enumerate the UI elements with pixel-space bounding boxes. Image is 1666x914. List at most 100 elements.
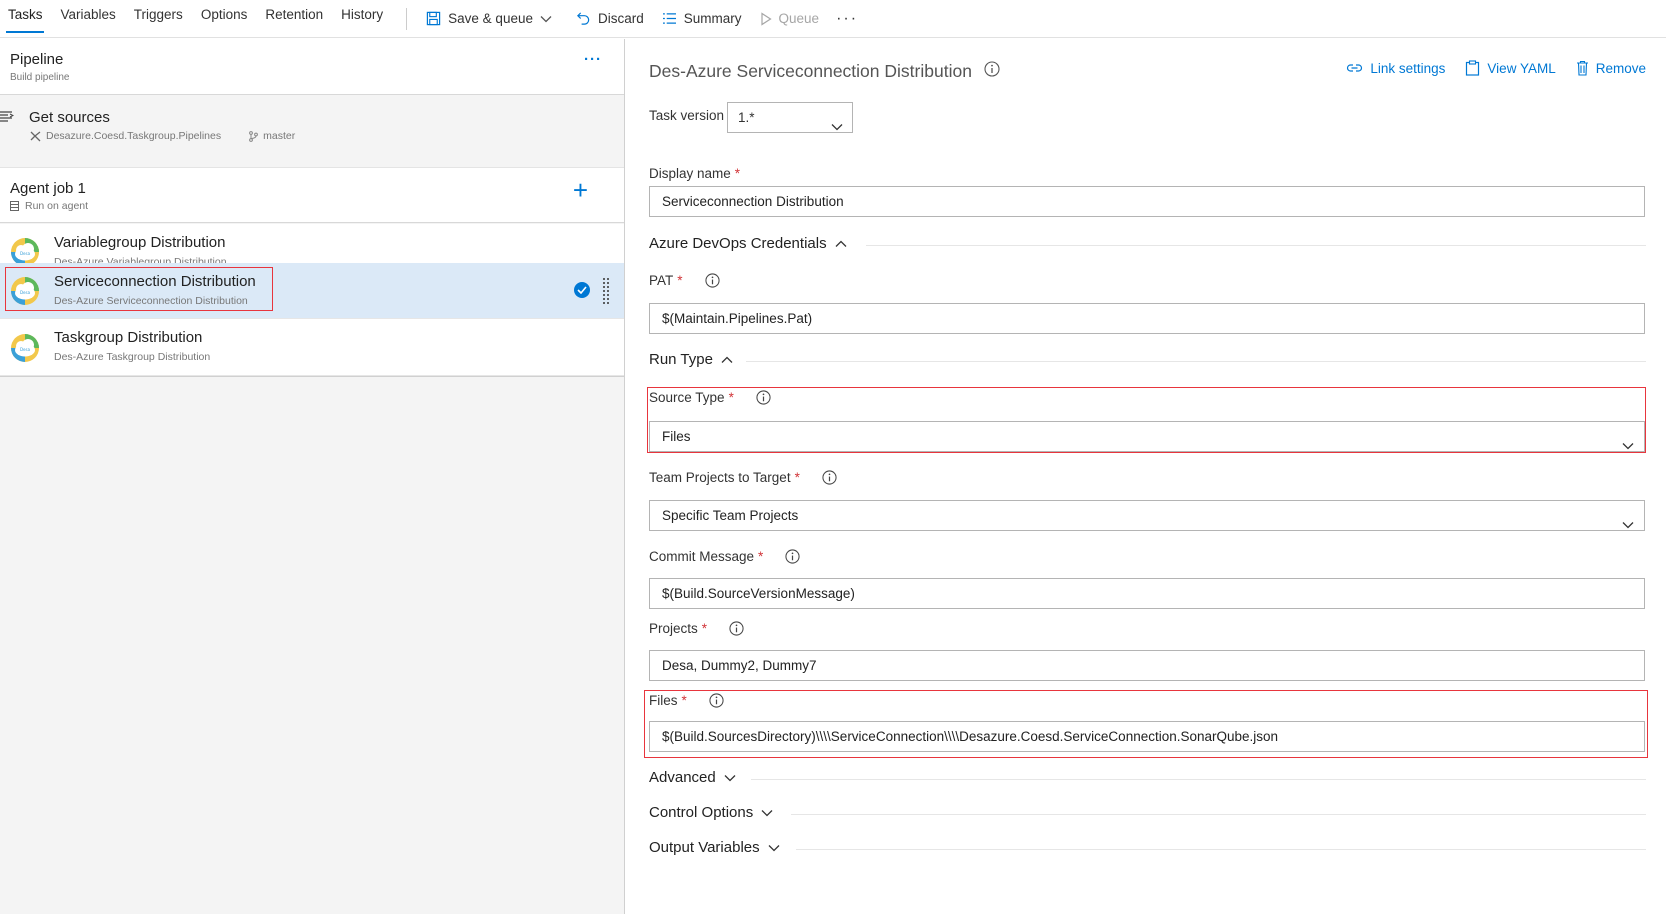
chevron-up-icon [835, 240, 847, 248]
more-actions-button[interactable]: ··· [828, 10, 866, 28]
task-item-selected[interactable]: Desa Serviceconnection Distribution Des-… [0, 263, 624, 319]
save-queue-button[interactable]: Save & queue [417, 4, 561, 34]
drag-handle-icon[interactable] [602, 277, 610, 305]
required-mark: * [701, 621, 708, 636]
source-type-label: Source Type * [649, 390, 771, 405]
section-output-variables[interactable]: Output Variables [649, 839, 780, 856]
pipeline-node[interactable]: Pipeline Build pipeline ··· [0, 39, 624, 95]
add-task-icon[interactable]: + [573, 175, 588, 206]
pipeline-title: Pipeline [10, 51, 64, 68]
team-projects-label-text: Team Projects to Target [649, 470, 791, 485]
pat-label-text: PAT [649, 273, 674, 288]
tab-triggers[interactable]: Triggers [125, 0, 192, 38]
pipeline-more-button[interactable]: ··· [584, 51, 602, 68]
display-name-input[interactable]: Serviceconnection Distribution [649, 186, 1645, 217]
projects-label: Projects * [649, 621, 744, 636]
section-run-type[interactable]: Run Type [649, 351, 733, 368]
agent-job-subtitle: Run on agent [10, 200, 88, 212]
chevron-down-icon [768, 844, 780, 852]
commit-message-label: Commit Message * [649, 549, 800, 564]
section-control-label: Control Options [649, 804, 754, 821]
team-projects-select[interactable]: Specific Team Projects [649, 500, 1645, 531]
chevron-down-icon [724, 774, 736, 782]
projects-input[interactable]: Desa, Dummy2, Dummy7 [649, 650, 1645, 681]
play-icon [760, 11, 772, 26]
discard-button[interactable]: Discard [567, 4, 653, 34]
required-mark: * [734, 166, 741, 181]
required-mark: * [794, 470, 800, 485]
info-icon[interactable] [709, 693, 724, 708]
section-divider [791, 814, 1646, 815]
tab-variables[interactable]: Variables [52, 0, 125, 38]
summary-button[interactable]: Summary [653, 4, 751, 34]
agent-job-node[interactable]: Agent job 1 Run on agent + [0, 167, 624, 223]
source-type-label-text: Source Type [649, 390, 725, 405]
get-sources-node[interactable]: Get sources Desazure.Coesd.Taskgroup.Pip… [0, 97, 624, 169]
tasks-divider [0, 376, 624, 377]
task-subtitle: Des-Azure Serviceconnection Distribution [54, 295, 248, 307]
repo-name: Desazure.Coesd.Taskgroup.Pipelines [46, 130, 222, 142]
chevron-down-icon [761, 809, 773, 817]
commit-message-label-text: Commit Message [649, 549, 755, 564]
section-divider [751, 779, 1646, 780]
display-name-label-text: Display name [649, 166, 731, 181]
task-item[interactable]: Desa Taskgroup Distribution Des-Azure Ta… [0, 319, 624, 376]
info-icon[interactable] [984, 61, 1000, 82]
get-sources-title: Get sources [29, 109, 110, 126]
chevron-down-icon [831, 112, 843, 141]
svg-text:Desa: Desa [20, 251, 31, 256]
discard-label: Discard [597, 11, 644, 26]
section-credentials-label: Azure DevOps Credentials [649, 235, 827, 252]
tab-tasks[interactable]: Tasks [0, 0, 52, 38]
pat-label: PAT * [649, 273, 720, 288]
section-divider [866, 245, 1646, 246]
commit-message-input[interactable]: $(Build.SourceVersionMessage) [649, 578, 1645, 609]
link-settings-label: Link settings [1370, 60, 1446, 76]
branch-icon [249, 130, 259, 142]
section-divider [746, 361, 1646, 362]
info-icon[interactable] [785, 549, 800, 564]
files-label: Files * [649, 693, 724, 708]
task-title: Variablegroup Distribution [54, 234, 226, 251]
section-advanced-label: Advanced [649, 769, 716, 786]
task-version-label: Task version [649, 108, 725, 123]
task-version-select[interactable]: 1.* [727, 102, 853, 133]
tab-options[interactable]: Options [192, 0, 257, 38]
source-type-value: Files [662, 429, 691, 444]
required-mark: * [681, 693, 687, 708]
info-icon[interactable] [704, 273, 720, 288]
section-control-options[interactable]: Control Options [649, 804, 773, 821]
tab-retention[interactable]: Retention [256, 0, 332, 38]
top-toolbar: Tasks Variables Triggers Options Retenti… [0, 0, 1666, 38]
section-advanced[interactable]: Advanced [649, 769, 736, 786]
pat-input[interactable]: $(Maintain.Pipelines.Pat) [649, 303, 1645, 334]
summary-label: Summary [683, 11, 742, 26]
team-projects-value: Specific Team Projects [662, 508, 799, 523]
branch-name: master [263, 130, 296, 142]
task-logo-icon: Desa [9, 332, 41, 364]
source-type-select[interactable]: Files [649, 421, 1645, 452]
remove-button[interactable]: Remove [1576, 60, 1646, 76]
info-icon[interactable] [729, 621, 744, 636]
tab-history[interactable]: History [332, 0, 392, 38]
files-input[interactable]: $(Build.SourcesDirectory)\\\\ServiceConn… [649, 721, 1645, 752]
link-settings-button[interactable]: Link settings [1346, 61, 1445, 76]
chevron-down-icon [1622, 510, 1634, 530]
queue-button[interactable]: Queue [751, 4, 829, 34]
files-label-text: Files [649, 693, 678, 708]
required-mark: * [677, 273, 683, 288]
info-icon[interactable] [756, 390, 771, 405]
svg-text:Desa: Desa [20, 290, 31, 295]
save-icon [426, 11, 441, 26]
link-icon [1347, 64, 1363, 72]
remove-label: Remove [1595, 60, 1646, 76]
task-detail-panel: Des-Azure Serviceconnection Distribution… [626, 39, 1666, 914]
agent-job-title: Agent job 1 [10, 180, 86, 197]
task-version-value: 1.* [738, 110, 755, 125]
team-projects-label: Team Projects to Target * [649, 470, 837, 485]
section-credentials[interactable]: Azure DevOps Credentials [649, 235, 847, 252]
info-icon[interactable] [822, 470, 837, 485]
chevron-down-icon [540, 15, 552, 23]
view-yaml-button[interactable]: View YAML [1465, 60, 1556, 76]
repo-icon [30, 130, 41, 142]
